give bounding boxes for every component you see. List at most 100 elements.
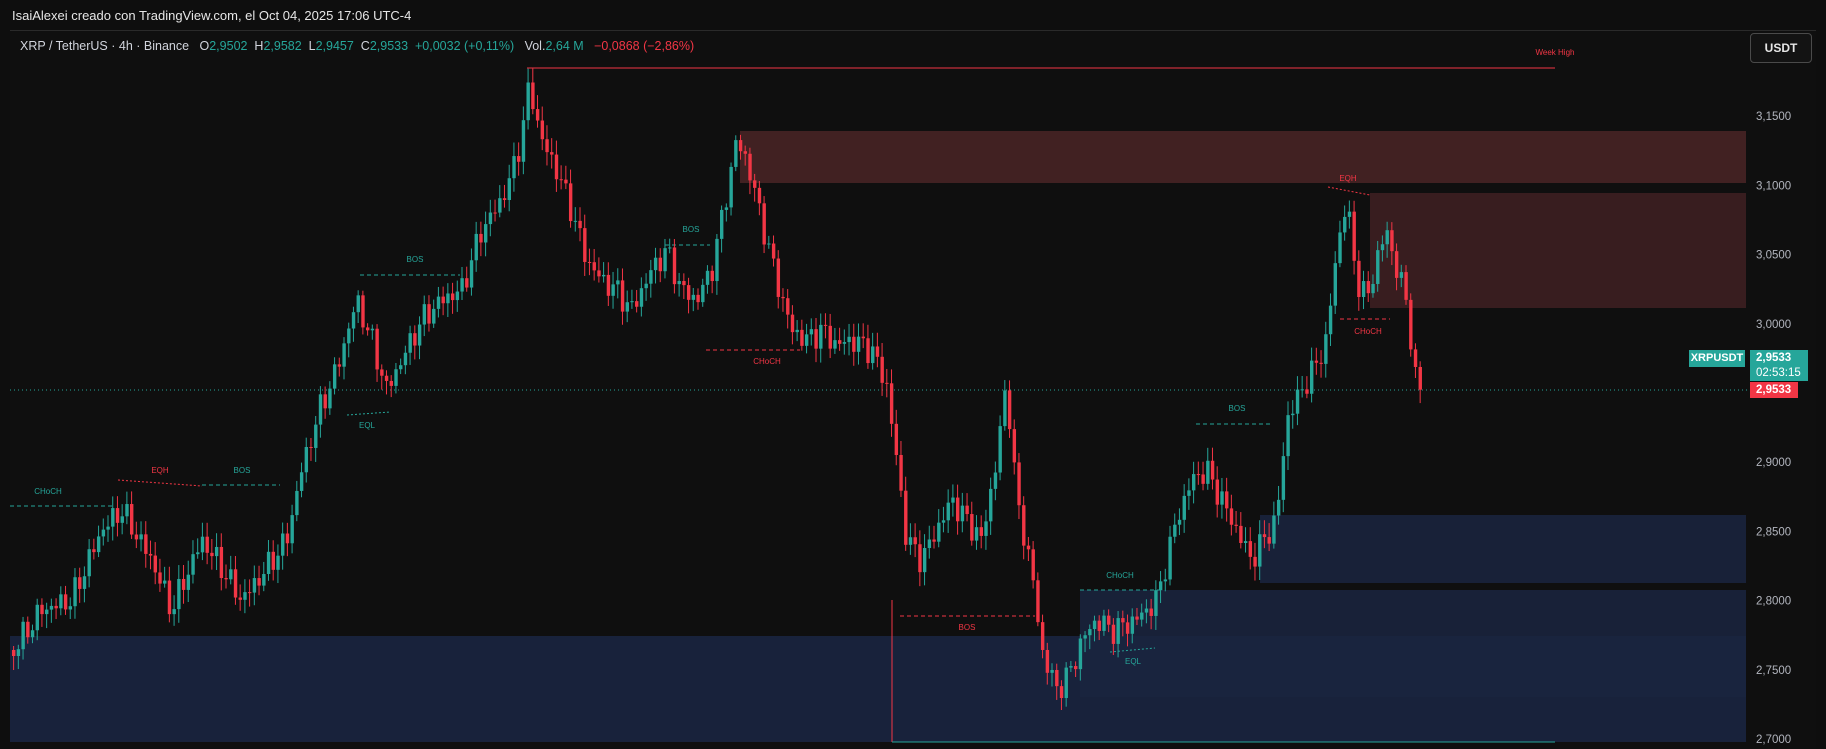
- candle-body: [979, 527, 983, 536]
- price-axis-tick: 3,1000: [1756, 180, 1791, 192]
- candle-body: [918, 544, 922, 573]
- candle-body: [1380, 244, 1385, 251]
- candle-body: [559, 179, 563, 181]
- candle-body: [965, 505, 969, 515]
- candle-body: [488, 212, 493, 225]
- candle-body: [332, 364, 337, 389]
- candle-body: [804, 334, 809, 346]
- candle-body: [342, 343, 346, 367]
- candle-body: [1347, 211, 1352, 217]
- candle-body: [465, 278, 469, 288]
- structure-label: CHoCH: [1354, 327, 1382, 336]
- candle-body: [120, 516, 124, 523]
- candle-body: [871, 346, 875, 364]
- candle-body: [413, 333, 417, 346]
- structure-label: BOS: [959, 623, 976, 632]
- price-axis-tick: 2,8000: [1756, 596, 1791, 608]
- structure-label: BOS: [683, 225, 700, 234]
- candle-body: [285, 533, 290, 544]
- candle-body: [1059, 686, 1064, 699]
- candle-body: [375, 328, 379, 370]
- candle-body: [800, 329, 804, 346]
- candle-body: [1394, 251, 1399, 278]
- candle-body: [691, 294, 696, 300]
- candle-body: [686, 285, 691, 300]
- candle-body: [1371, 283, 1375, 294]
- candle-body: [1121, 618, 1125, 623]
- structure-label: CHoCH: [34, 487, 62, 496]
- candle-body: [984, 521, 988, 536]
- candle-body: [384, 375, 389, 381]
- candle-body: [819, 324, 823, 349]
- candle-body: [78, 577, 82, 589]
- candle-body: [1319, 362, 1323, 364]
- volume-value: 2,64 M: [545, 39, 584, 53]
- candle-body: [21, 621, 25, 650]
- volume-label: Vol.: [524, 39, 546, 53]
- candle-body: [1413, 349, 1418, 367]
- candle-body: [1328, 305, 1333, 335]
- candle-body: [130, 504, 134, 535]
- candle-body: [908, 537, 913, 545]
- candle-body: [148, 553, 153, 556]
- candle-body: [1220, 491, 1224, 505]
- candle-body: [550, 152, 554, 155]
- candle-body: [229, 569, 233, 580]
- candle-body: [904, 490, 908, 545]
- candle-body: [554, 154, 559, 180]
- candle-body: [262, 574, 266, 586]
- symbol-title[interactable]: XRP / TetherUS · 4h · Binance: [20, 39, 189, 53]
- candle-body: [427, 304, 431, 324]
- candle-body: [1196, 474, 1201, 476]
- candle-body: [842, 342, 847, 344]
- candle-body: [40, 604, 44, 615]
- candle-body: [875, 346, 880, 357]
- candle-body: [257, 578, 261, 586]
- candle-body: [932, 539, 936, 542]
- candle-body: [380, 369, 384, 376]
- candle-body: [1031, 549, 1035, 581]
- candle-body: [1097, 620, 1101, 631]
- candle-body: [856, 336, 861, 352]
- candle-body: [399, 365, 403, 370]
- candle-body: [592, 262, 596, 271]
- candle-body: [1390, 230, 1394, 252]
- price-axis-tick: 2,9000: [1756, 457, 1791, 469]
- candle-body: [672, 247, 677, 285]
- candle-body: [111, 508, 115, 527]
- candle-body: [1074, 666, 1078, 670]
- price-chart[interactable]: Week High CHoCH EQH BOS BOS EQL BOS CHoCH BOS CHo…: [0, 0, 1826, 748]
- candle-body: [1385, 230, 1389, 245]
- candle-body: [748, 153, 752, 181]
- candle-body: [1036, 580, 1040, 623]
- candle-body: [389, 380, 393, 386]
- candle-body: [446, 293, 450, 304]
- candle-body: [1404, 272, 1408, 300]
- candle-body: [1352, 211, 1356, 261]
- candle-body: [450, 293, 455, 301]
- currency-selector[interactable]: USDT: [1750, 33, 1812, 63]
- candle-body: [351, 312, 356, 329]
- candle-body: [668, 247, 672, 249]
- candle-body: [894, 423, 899, 455]
- candle-body: [484, 224, 488, 243]
- structure-label: EQL: [359, 421, 376, 430]
- candle-body: [502, 198, 507, 201]
- candle-body: [115, 508, 120, 523]
- candle-body: [479, 233, 483, 243]
- candle-body: [290, 515, 294, 544]
- candle-body: [68, 606, 73, 610]
- candle-body: [49, 605, 54, 610]
- candle-body: [167, 580, 172, 615]
- candle-body: [1225, 491, 1229, 509]
- candle-body: [644, 283, 648, 289]
- candle-body: [493, 212, 497, 214]
- candle-body: [1376, 250, 1380, 284]
- candle-body: [252, 578, 257, 593]
- candle-body: [767, 243, 771, 245]
- candle-body: [507, 178, 511, 201]
- candle-body: [474, 233, 478, 261]
- candle-body: [946, 502, 950, 521]
- candle-body: [281, 533, 285, 556]
- candle-body: [1206, 460, 1210, 484]
